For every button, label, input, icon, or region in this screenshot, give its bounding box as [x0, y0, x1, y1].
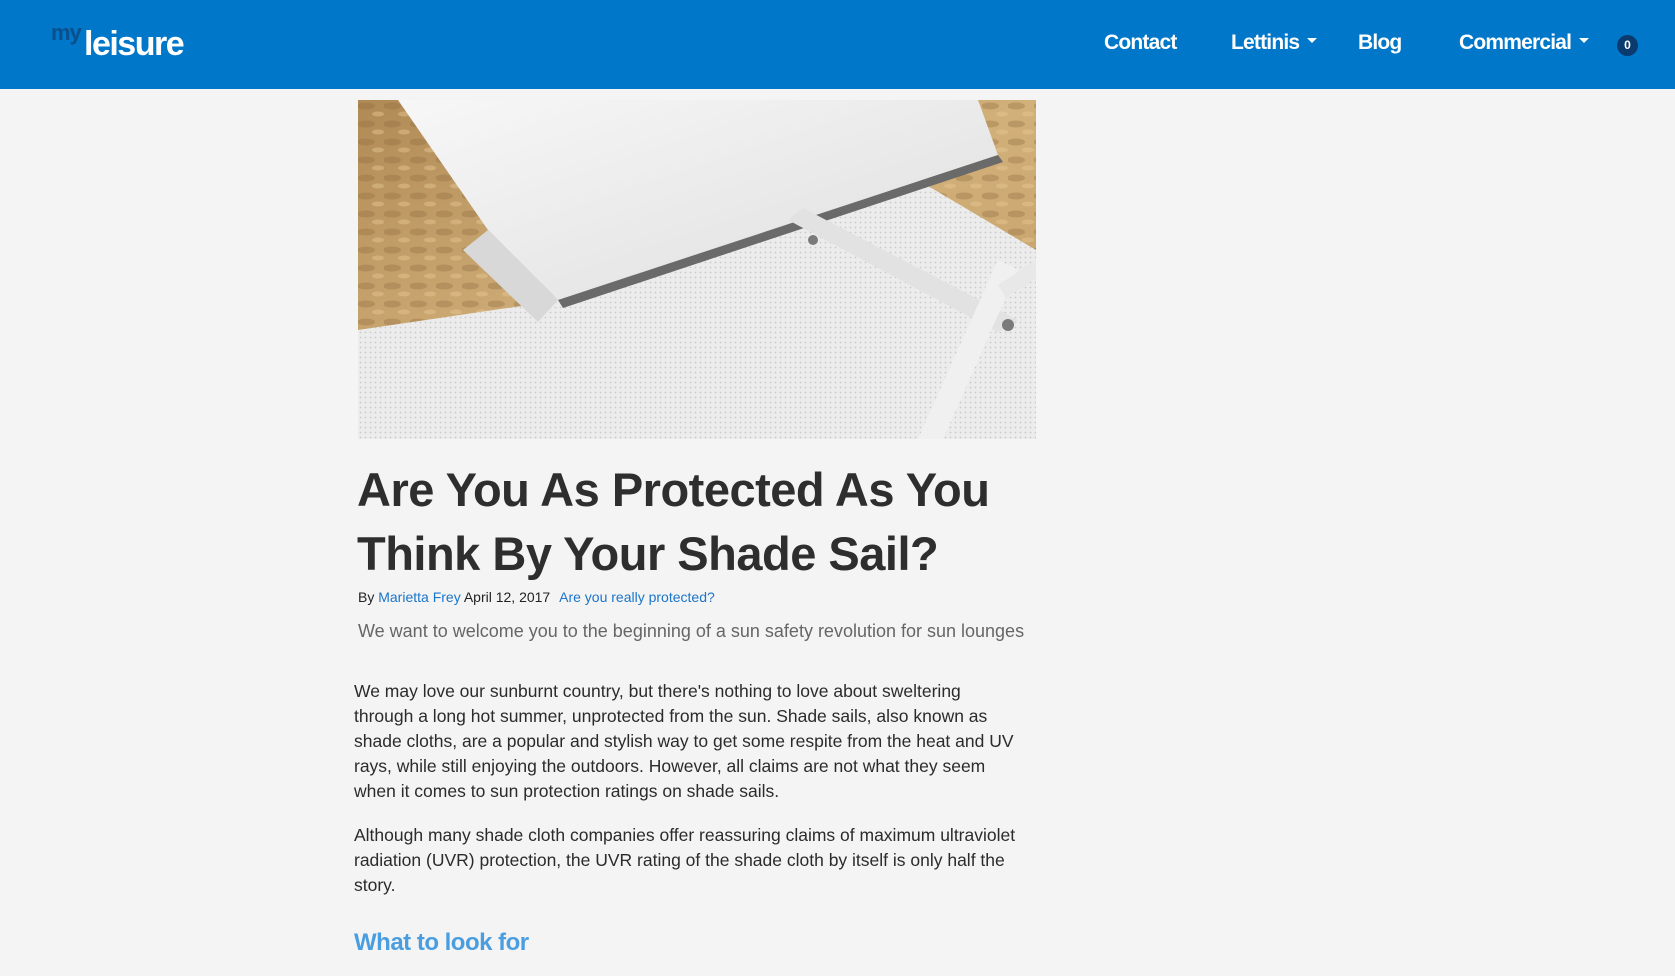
- beach-lounger-photo-icon: [358, 100, 1036, 439]
- tag-link[interactable]: Are you really protected?: [559, 589, 715, 605]
- nav-blog[interactable]: Blog: [1358, 31, 1402, 55]
- chevron-down-icon: [1579, 37, 1590, 43]
- cart-count-badge[interactable]: 0: [1617, 35, 1638, 56]
- article-subtitle: We want to welcome you to the beginning …: [358, 621, 1025, 641]
- author-link[interactable]: Marietta Frey: [378, 589, 460, 605]
- article-paragraph: Although many shade cloth companies offe…: [354, 825, 1016, 895]
- nav-lettinis[interactable]: Lettinis: [1231, 31, 1318, 55]
- article-meta: By Marietta Frey April 12, 2017 Are you …: [358, 589, 715, 605]
- article-hero-image: [358, 100, 1036, 439]
- section-heading: What to look for: [354, 929, 529, 956]
- nav-lettinis-label: Lettinis: [1231, 31, 1300, 54]
- article-paragraph: We may love our sunburnt country, but th…: [354, 681, 1014, 801]
- by-label: By: [358, 589, 375, 605]
- site-logo[interactable]: my leisure: [51, 18, 201, 68]
- logo-small-text: my: [51, 20, 82, 45]
- article-title: Are You As Protected As You Think By You…: [357, 463, 990, 580]
- chevron-down-icon: [1307, 37, 1318, 43]
- nav-contact[interactable]: Contact: [1104, 31, 1177, 55]
- top-navbar: my leisure Contact Lettinis Blog Commerc…: [0, 0, 1675, 89]
- nav-commercial[interactable]: Commercial: [1459, 31, 1590, 55]
- nav-commercial-label: Commercial: [1459, 31, 1572, 54]
- logo-main-text: leisure: [84, 25, 185, 63]
- publish-date: April 12, 2017: [463, 589, 551, 605]
